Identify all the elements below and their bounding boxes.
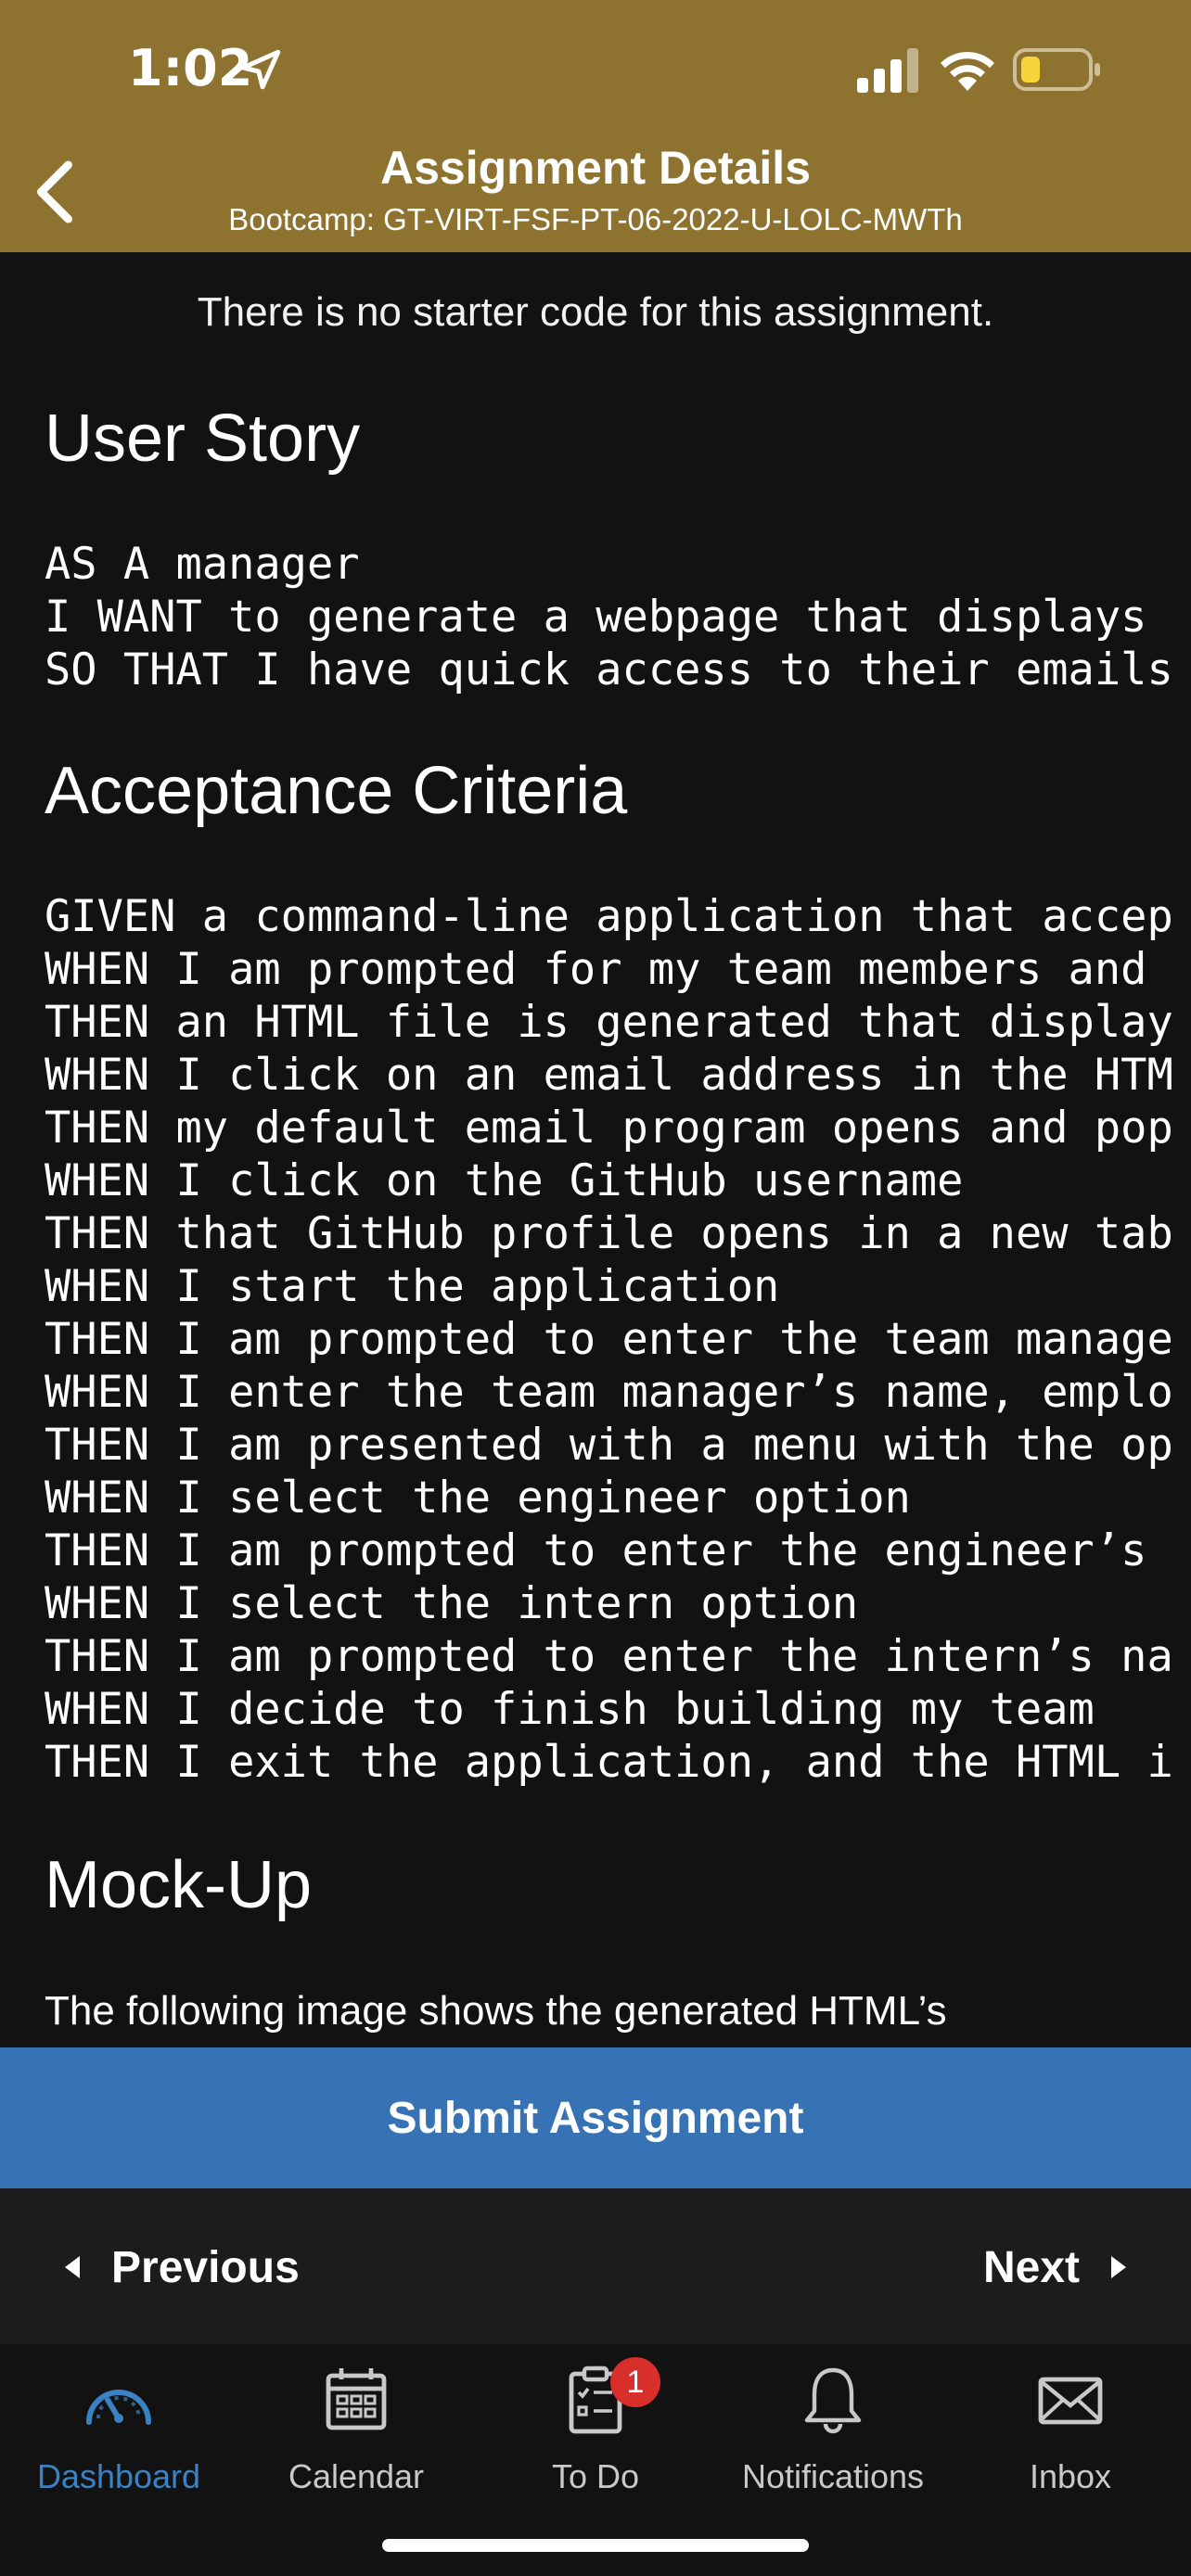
pagination-bar: Previous Next xyxy=(0,2188,1191,2344)
wifi-icon xyxy=(941,51,994,91)
tab-label: Calendar xyxy=(288,2457,425,2495)
mockup-description: The following image shows the generated … xyxy=(45,1988,947,2034)
code-line: GIVEN a command-line application that ac… xyxy=(45,891,1173,942)
cellular-signal-icon xyxy=(857,48,918,93)
app-header: 1:02 Assignment Details Bootcamp: GT-VIR… xyxy=(0,0,1191,252)
previous-button[interactable]: Previous xyxy=(65,2235,300,2300)
submit-assignment-button[interactable]: Submit Assignment xyxy=(0,2047,1191,2188)
assignment-content[interactable]: There is no starter code for this assign… xyxy=(0,252,1191,2047)
code-line: THEN I am prompted to enter the intern’s… xyxy=(45,1631,1173,1682)
tab-inbox[interactable]: Inbox xyxy=(952,2344,1189,2511)
code-line: THEN I exit the application, and the HTM… xyxy=(45,1737,1173,1788)
battery-icon xyxy=(1013,48,1100,91)
envelope-icon xyxy=(1038,2377,1103,2425)
tab-label: Inbox xyxy=(1029,2457,1112,2495)
user-story-heading: User Story xyxy=(45,402,361,476)
tab-label: Notifications xyxy=(741,2457,925,2495)
code-line: WHEN I click on an email address in the … xyxy=(45,1050,1173,1101)
tab-label: Dashboard xyxy=(36,2457,201,2495)
todo-count-badge: 1 xyxy=(610,2357,660,2407)
code-line: THEN an HTML file is generated that disp… xyxy=(45,997,1173,1048)
acceptance-criteria-code: GIVEN a command-line application that ac… xyxy=(45,890,1173,1789)
bell-icon xyxy=(804,2367,862,2434)
caret-right-icon xyxy=(1111,2256,1126,2278)
code-line: THEN I am prompted to enter the engineer… xyxy=(45,1525,1147,1576)
bootcamp-subtitle: Bootcamp: GT-VIRT-FSF-PT-06-2022-U-LOLC-… xyxy=(228,202,963,236)
mockup-heading: Mock-Up xyxy=(45,1848,313,1922)
status-time: 1:02 xyxy=(128,39,253,97)
code-line: SO THAT I have quick access to their ema… xyxy=(45,644,1173,695)
page-title: Assignment Details xyxy=(379,142,811,194)
code-line: WHEN I decide to finish building my team xyxy=(45,1684,1095,1735)
code-line: THEN that GitHub profile opens in a new … xyxy=(45,1208,1173,1259)
next-label: Next xyxy=(982,2242,1080,2292)
code-line: WHEN I am prompted for my team members a… xyxy=(45,944,1147,995)
code-line: WHEN I enter the team manager’s name, em… xyxy=(45,1367,1173,1418)
calendar-icon xyxy=(326,2368,387,2430)
code-line: AS A manager xyxy=(45,539,360,590)
dashboard-gauge-icon xyxy=(86,2390,151,2425)
tab-todo[interactable]: 1 To Do xyxy=(477,2344,714,2511)
tab-calendar[interactable]: Calendar xyxy=(237,2344,475,2511)
next-button[interactable]: Next xyxy=(983,2235,1126,2300)
code-line: I WANT to generate a webpage that displa… xyxy=(45,592,1147,643)
code-line: WHEN I start the application xyxy=(45,1261,780,1312)
user-story-code: AS A manager I WANT to generate a webpage… xyxy=(45,538,1173,696)
home-indicator xyxy=(382,2539,809,2552)
tab-notifications[interactable]: Notifications xyxy=(714,2344,952,2511)
starter-code-note: There is no starter code for this assign… xyxy=(197,289,994,335)
code-line: WHEN I select the engineer option xyxy=(45,1473,911,1524)
code-line: THEN I am presented with a menu with the… xyxy=(45,1420,1173,1471)
code-line: WHEN I click on the GitHub username xyxy=(45,1155,964,1206)
previous-label: Previous xyxy=(111,2242,300,2292)
caret-left-icon xyxy=(65,2256,80,2278)
code-line: THEN my default email program opens and … xyxy=(45,1103,1173,1154)
tab-label: To Do xyxy=(551,2457,640,2495)
tab-dashboard[interactable]: Dashboard xyxy=(0,2344,237,2511)
location-arrow-icon xyxy=(240,49,281,90)
acceptance-criteria-heading: Acceptance Criteria xyxy=(45,754,628,828)
code-line: WHEN I select the intern option xyxy=(45,1578,859,1629)
code-line: THEN I am prompted to enter the team man… xyxy=(45,1314,1173,1365)
